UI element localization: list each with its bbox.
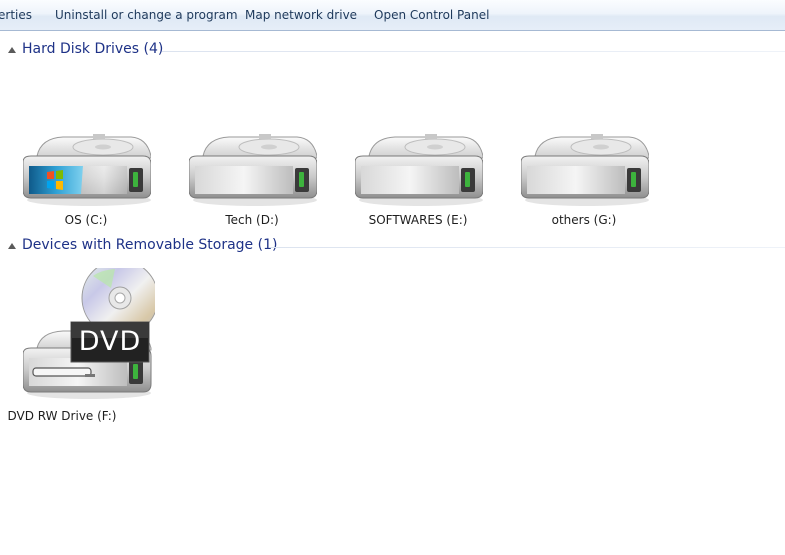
- collapse-arrow-icon[interactable]: [8, 243, 16, 249]
- collapse-arrow-icon[interactable]: [8, 47, 16, 53]
- drive-label: Tech (D:): [225, 213, 279, 227]
- drive-label: SOFTWARES (E:): [368, 213, 468, 227]
- drive-item-d[interactable]: Tech (D:): [177, 128, 327, 238]
- drive-item-f[interactable]: DVD DVD RW Drive (F:): [7, 268, 161, 428]
- command-bar: erties Uninstall or change a program Map…: [0, 0, 785, 31]
- drive-label: others (G:): [551, 213, 617, 227]
- group-divider: [162, 51, 785, 52]
- toolbar-properties-button[interactable]: erties: [0, 0, 32, 31]
- dvd-badge-label: DVD: [78, 326, 142, 357]
- toolbar-open-control-panel-button[interactable]: Open Control Panel: [374, 0, 489, 31]
- hard-drive-icon: [521, 134, 649, 206]
- group-divider: [270, 247, 785, 248]
- drive-label: OS (C:): [64, 213, 108, 227]
- drive-item-g[interactable]: others (G:): [509, 128, 659, 238]
- toolbar-uninstall-button[interactable]: Uninstall or change a program: [55, 0, 238, 31]
- drive-item-e[interactable]: SOFTWARES (E:): [343, 128, 493, 238]
- hard-drive-windows-icon: [23, 134, 151, 206]
- hard-drive-icon: [189, 134, 317, 206]
- drive-label: DVD RW Drive (F:): [7, 409, 117, 423]
- group-header-hard-disk-drives[interactable]: Hard Disk Drives (4): [0, 40, 785, 62]
- hard-drive-icon: [355, 134, 483, 206]
- drive-item-c[interactable]: OS (C:): [11, 128, 161, 238]
- group-header-removable-storage[interactable]: Devices with Removable Storage (1): [0, 236, 785, 258]
- toolbar-map-network-drive-button[interactable]: Map network drive: [245, 0, 357, 31]
- group-title: Hard Disk Drives (4): [22, 41, 164, 57]
- group-title: Devices with Removable Storage (1): [22, 237, 278, 253]
